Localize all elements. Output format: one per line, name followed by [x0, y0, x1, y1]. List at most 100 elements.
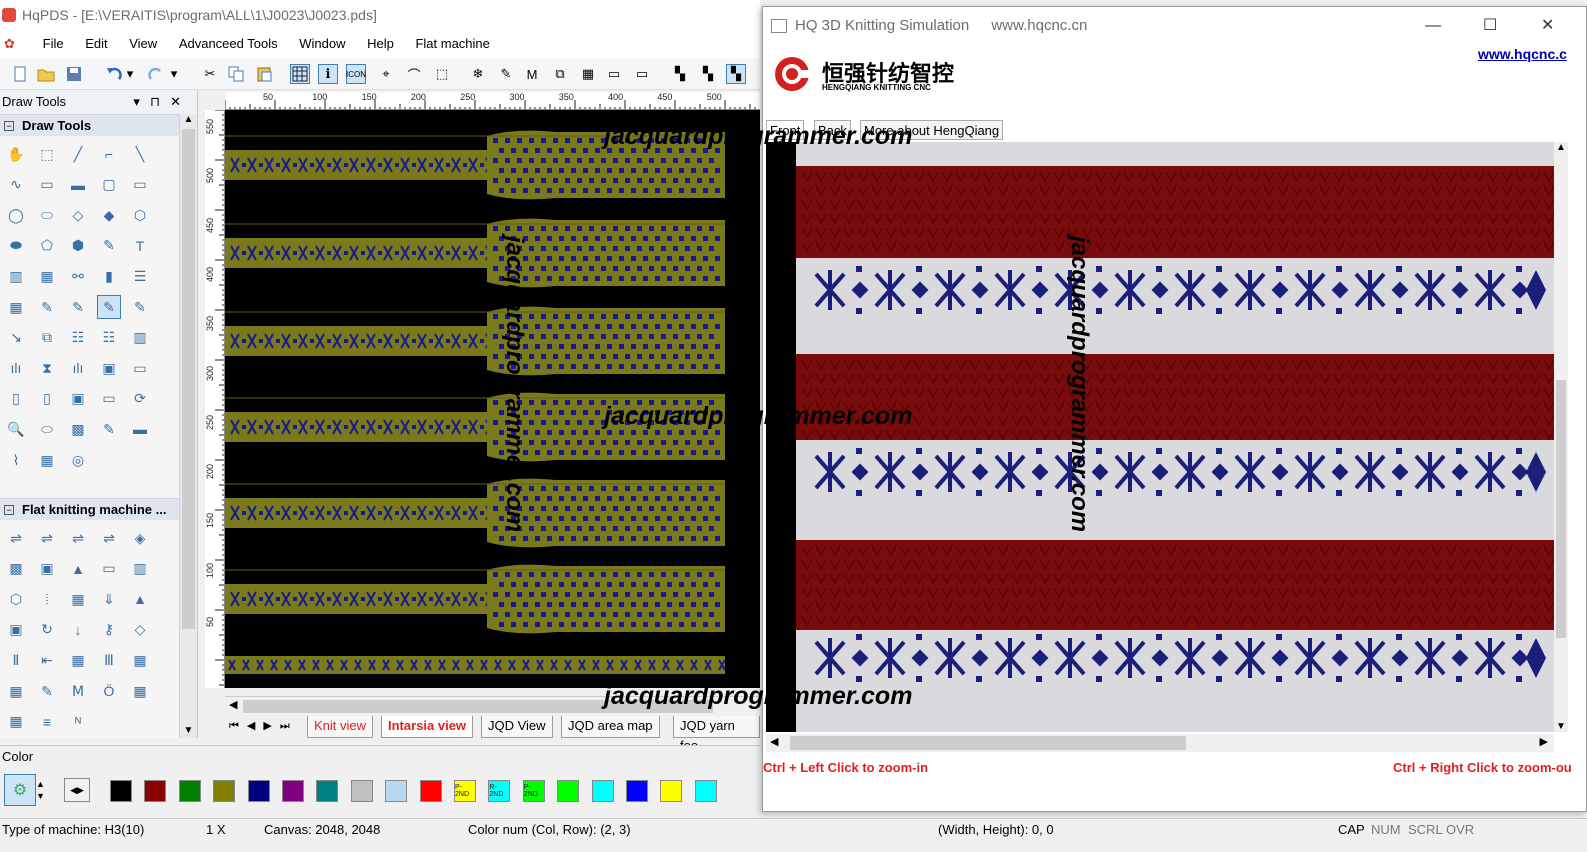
tool-icon[interactable]: ▥	[128, 557, 152, 581]
bold-m-icon[interactable]: M	[522, 64, 542, 84]
color-swatch[interactable]	[247, 780, 270, 802]
tool-icon[interactable]: ⬭	[35, 203, 59, 227]
tool-icon[interactable]: ▦	[66, 648, 90, 672]
tool-icon[interactable]: ⧉	[35, 326, 59, 350]
tool-icon[interactable]: ⇤	[35, 648, 59, 672]
tool-icon[interactable]: ✎	[35, 679, 59, 703]
palette-icon[interactable]: ▦	[578, 64, 598, 84]
tool-icon[interactable]: ▲	[128, 587, 152, 611]
color-swatch[interactable]	[591, 780, 614, 802]
color-swatch[interactable]: P-2ND	[522, 780, 545, 802]
scroll-up-icon[interactable]: ▲	[180, 114, 197, 125]
color-swatch[interactable]	[385, 780, 408, 802]
tool-icon[interactable]: ↻	[35, 618, 59, 642]
tool-icon[interactable]: ╲	[128, 142, 152, 166]
tab-jqd-area-map[interactable]: JQD area map	[561, 716, 660, 738]
tool-icon[interactable]: ☰	[128, 264, 152, 288]
scroll-thumb[interactable]	[790, 736, 1186, 750]
panel-dropdown-icon[interactable]: ▾	[133, 94, 150, 109]
tool-icon[interactable]: ▦	[35, 264, 59, 288]
current-color-tool-icon[interactable]: ⚙	[4, 774, 36, 806]
tool-icon[interactable]: ▬	[66, 173, 90, 197]
tool-icon[interactable]: ⬠	[35, 234, 59, 258]
scroll-down-icon[interactable]: ▼	[1554, 721, 1568, 732]
hqcnc-link[interactable]: www.hqcnc.c	[1478, 46, 1567, 62]
tool-icon[interactable]: ↓	[66, 618, 90, 642]
scroll-left-icon[interactable]: ◀	[770, 735, 778, 748]
color-spinner[interactable]: ▲ ▼	[36, 778, 45, 802]
cut-icon[interactable]: ✂	[200, 64, 220, 84]
tab-knit-view[interactable]: Knit view	[307, 716, 374, 738]
tool-icon[interactable]: ▦	[128, 648, 152, 672]
tool-icon[interactable]: ◇	[66, 203, 90, 227]
tab-intarsia-view[interactable]: Intarsia view	[381, 716, 474, 738]
color-swatch[interactable]	[282, 780, 304, 802]
tool-icon[interactable]: ▥	[128, 326, 152, 350]
tool-icon[interactable]: ⚷	[97, 618, 121, 642]
color-swatch[interactable]	[626, 780, 648, 802]
color-swap-icon-2[interactable]: ▚	[698, 64, 718, 84]
tool-icon[interactable]: ╱	[66, 142, 90, 166]
tool-icon[interactable]: ▩	[4, 557, 28, 581]
tool-icon[interactable]: ⧗	[35, 356, 59, 380]
tool-icon[interactable]: ⇌	[35, 526, 59, 550]
tool-icon[interactable]: 🔍	[4, 417, 28, 441]
color-swatch[interactable]	[213, 780, 236, 802]
sim-vertical-scrollbar[interactable]: ▲ ▼	[1554, 142, 1568, 732]
tool-icon[interactable]: ▣	[66, 387, 90, 411]
paste-icon[interactable]	[254, 64, 274, 84]
knitting-simulation-view[interactable]	[766, 142, 1554, 732]
menu-flat-machine[interactable]: Flat machine	[406, 30, 498, 58]
tool-icon[interactable]: ▭	[97, 387, 121, 411]
machine-icon-2[interactable]: ▭	[632, 64, 652, 84]
section-flat-knitting[interactable]: − Flat knitting machine ...	[0, 498, 197, 520]
tool-icon[interactable]: ▦	[35, 448, 59, 472]
tool-icon[interactable]: ∿	[4, 173, 28, 197]
tool-icon[interactable]: ⇌	[97, 526, 121, 550]
tool-icon[interactable]: ✋	[4, 142, 28, 166]
color-swatch[interactable]: P-2ND	[454, 780, 476, 802]
panel-pin-icon[interactable]: ⊓	[150, 94, 170, 109]
color-swatch[interactable]	[178, 780, 201, 802]
redo-icon[interactable]	[146, 64, 166, 84]
tool-icon[interactable]: ◯	[4, 203, 28, 227]
tool-icon[interactable]: ⦙	[35, 587, 59, 611]
color-swatch[interactable]	[316, 780, 339, 802]
tool-icon[interactable]: Ö	[97, 679, 121, 703]
tool-icon[interactable]: ▯	[35, 387, 59, 411]
tool-icon[interactable]: T	[128, 234, 152, 258]
tool-icon[interactable]: Ⅲ	[97, 648, 121, 672]
menu-help[interactable]: Help	[358, 30, 403, 58]
tool-icon[interactable]: ▣	[4, 618, 28, 642]
tool-icon[interactable]: ⇌	[66, 526, 90, 550]
tool-icon[interactable]: ▦	[4, 295, 28, 319]
color-swatch[interactable]	[144, 780, 167, 802]
open-folder-icon[interactable]	[36, 64, 56, 84]
menu-edit[interactable]: Edit	[76, 30, 116, 58]
collapse-icon[interactable]: −	[4, 505, 14, 515]
tool-icon[interactable]: Ⅱ	[4, 648, 28, 672]
tool-icon[interactable]: ▯	[4, 387, 28, 411]
tool-icon[interactable]: ⌐	[97, 142, 121, 166]
close-icon[interactable]: ✕	[1541, 7, 1554, 45]
icon-view-icon[interactable]: ICON	[346, 64, 366, 84]
tool-icon[interactable]: ▬	[128, 417, 152, 441]
tab-nav-arrows[interactable]: ⏮◀▶⏭	[229, 719, 298, 733]
tool-icon[interactable]: ⬡	[128, 203, 152, 227]
tool-icon[interactable]: ▦	[4, 679, 28, 703]
scroll-up-icon[interactable]: ▲	[1554, 142, 1568, 153]
menu-advanced-tools[interactable]: Advanceed Tools	[170, 30, 287, 58]
tool-icon[interactable]: ▭	[97, 557, 121, 581]
tool-icon[interactable]: ☷	[66, 326, 90, 350]
color-swap-icon-3[interactable]: ▚	[726, 64, 746, 84]
redo-dropdown-icon[interactable]: ▾	[168, 64, 180, 84]
tool-icon[interactable]: ▭	[35, 173, 59, 197]
panel-close-icon[interactable]: ✕	[170, 94, 191, 109]
tool-icon[interactable]: ▩	[66, 417, 90, 441]
tool-icon[interactable]: ▦	[66, 587, 90, 611]
info-icon[interactable]: ℹ	[318, 64, 338, 84]
color-swatch[interactable]	[419, 780, 442, 802]
arc-tool-icon[interactable]: ⌒	[404, 64, 424, 84]
tool-icon[interactable]: ▦	[4, 710, 28, 734]
tool-icon[interactable]: ✎	[97, 295, 121, 319]
